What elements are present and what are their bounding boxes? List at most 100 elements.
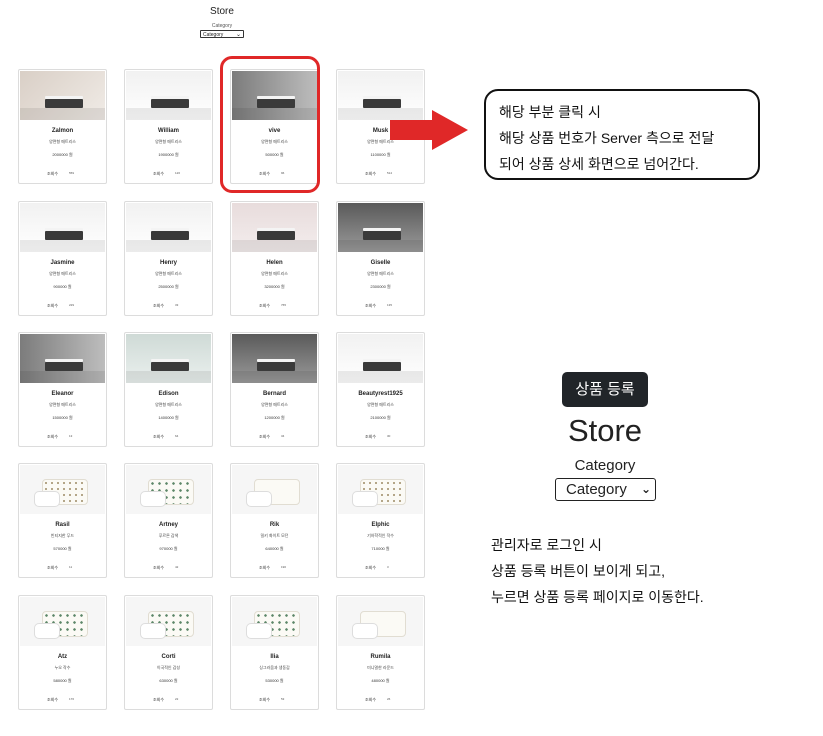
- product-card[interactable]: Rumila 미니멀한 라운드 480000 원 조회수 26: [336, 595, 425, 710]
- product-name: Corti: [161, 654, 176, 660]
- product-image[interactable]: [126, 465, 211, 514]
- views-count: 64: [175, 434, 179, 438]
- product-image[interactable]: [232, 203, 317, 252]
- product-image[interactable]: [126, 71, 211, 120]
- product-card[interactable]: Eleanor 양면형 매트리스 1500000 원 조회수 13: [18, 332, 107, 447]
- views-count: 229: [69, 303, 75, 307]
- category-select[interactable]: Category ⌄: [200, 30, 244, 38]
- product-name: Jasmine: [50, 260, 75, 266]
- product-card[interactable]: Zalmon 양면형 매트리스 2000000 원 조회수 559: [18, 69, 107, 184]
- product-image[interactable]: [20, 597, 105, 646]
- callout-line-2: 해당 상품 번호가 Server 측으로 전달: [499, 130, 715, 146]
- product-image[interactable]: [338, 334, 423, 383]
- admin-category-select-value: Category: [566, 481, 627, 498]
- views-count: 176: [69, 697, 75, 701]
- product-image[interactable]: [126, 203, 211, 252]
- product-name: Helen: [266, 260, 283, 266]
- product-image[interactable]: [20, 465, 105, 514]
- product-description: 양면형 매트리스: [367, 271, 394, 276]
- views-count: 11: [69, 565, 73, 569]
- product-description: 기하학적인 작수: [367, 533, 394, 538]
- product-price: 640000 원: [265, 546, 284, 551]
- callout-line-3: 되어 상품 상세 화면으로 넘어간다.: [499, 156, 699, 172]
- product-image[interactable]: [232, 465, 317, 514]
- product-image[interactable]: [126, 597, 211, 646]
- product-image[interactable]: [126, 334, 211, 383]
- product-card[interactable]: Rik 밀키 화이트 모던 640000 원 조회수 190: [230, 463, 319, 578]
- views-label: 조회수: [365, 434, 377, 439]
- admin-note-line-2: 상품 등록 버튼이 보이게 되고,: [491, 563, 666, 579]
- annotation-callout: 해당 부분 클릭 시 해당 상품 번호가 Server 측으로 전달 되어 상품…: [484, 89, 760, 180]
- product-price: 630000 원: [159, 678, 178, 683]
- product-card[interactable]: Corti 이국적인 감성 630000 원 조회수 22: [124, 595, 213, 710]
- product-card[interactable]: Helen 양면형 매트리스 3200000 원 조회수 765: [230, 201, 319, 316]
- views-label: 조회수: [259, 434, 271, 439]
- product-name: Giselle: [370, 260, 391, 266]
- product-price: 570000 원: [53, 546, 72, 551]
- product-image[interactable]: [338, 597, 423, 646]
- product-card[interactable]: Giselle 양면형 매트리스 2300000 원 조회수 135: [336, 201, 425, 316]
- product-image[interactable]: [338, 203, 423, 252]
- product-price: 3200000 원: [264, 284, 285, 289]
- product-description: 양면형 매트리스: [367, 402, 394, 407]
- product-price: 710000 원: [371, 546, 390, 551]
- product-price: 900000 원: [53, 284, 72, 289]
- admin-category-label: Category: [574, 457, 636, 474]
- product-name: Edison: [158, 391, 179, 397]
- product-price: 1500000 원: [52, 415, 73, 420]
- product-card[interactable]: Jasmine 양면형 매트리스 900000 원 조회수 229: [18, 201, 107, 316]
- product-card[interactable]: Edison 양면형 매트리스 1400000 원 조회수 64: [124, 332, 213, 447]
- views-label: 조회수: [365, 697, 377, 702]
- product-name: Elphic: [371, 522, 390, 528]
- product-price: 480000 원: [371, 678, 390, 683]
- views-label: 조회수: [153, 303, 165, 308]
- views-count: 13: [69, 434, 73, 438]
- views-label: 조회수: [47, 697, 59, 702]
- product-image[interactable]: [232, 334, 317, 383]
- views-count: 34: [281, 434, 285, 438]
- product-description: 푸르른 감색: [158, 533, 179, 538]
- product-price: 2100000 원: [370, 415, 391, 420]
- product-name: Beautyrest1925: [358, 391, 403, 397]
- product-image[interactable]: [232, 597, 317, 646]
- store-title: Store: [210, 6, 234, 17]
- product-card[interactable]: Artney 푸르른 감색 970000 원 조회수 42: [124, 463, 213, 578]
- views-count: 126: [175, 171, 181, 175]
- views-count: 135: [387, 303, 393, 307]
- product-description: 양면형 매트리스: [155, 402, 182, 407]
- product-card[interactable]: Henry 양면형 매트리스 2500000 원 조회수 33: [124, 201, 213, 316]
- product-card[interactable]: Rasil 빈티지한 무드 570000 원 조회수 11: [18, 463, 107, 578]
- product-card[interactable]: Elphic 기하학적인 작수 710000 원 조회수 3: [336, 463, 425, 578]
- product-price: 580000 원: [53, 678, 72, 683]
- views-label: 조회수: [153, 171, 165, 176]
- views-label: 조회수: [365, 303, 377, 308]
- callout-line-1: 해당 부분 클릭 시: [499, 104, 601, 120]
- product-card[interactable]: Ilia 싱그러움과 생동감 530000 원 조회수 53: [230, 595, 319, 710]
- product-card[interactable]: Beautyrest1925 양면형 매트리스 2100000 원조회수 30: [336, 332, 425, 447]
- product-name: Henry: [159, 260, 177, 266]
- product-description: 양면형 매트리스: [49, 402, 76, 407]
- category-select-value: Category: [203, 32, 224, 38]
- admin-category-select[interactable]: Category ⌄: [555, 478, 656, 501]
- product-image[interactable]: [20, 71, 105, 120]
- views-count: 22: [175, 697, 179, 701]
- product-image[interactable]: [20, 203, 105, 252]
- product-price: 1400000 원: [158, 415, 179, 420]
- product-name: Eleanor: [51, 391, 74, 397]
- product-price: 2000000 원: [52, 152, 73, 157]
- product-description: 싱그러움과 생동감: [259, 665, 290, 670]
- product-price: 1900000 원: [158, 152, 179, 157]
- views-count: 559: [69, 171, 75, 175]
- register-product-button[interactable]: 상품 등록: [562, 372, 648, 407]
- product-image[interactable]: [338, 465, 423, 514]
- views-count: 42: [175, 565, 179, 569]
- product-card[interactable]: William 양면형 매트리스 1900000 원 조회수 126: [124, 69, 213, 184]
- product-card[interactable]: Bernard 양면형 매트리스 1200000 원 조회수 34: [230, 332, 319, 447]
- views-count: 3: [387, 565, 389, 569]
- views-count: 30: [387, 434, 391, 438]
- product-image[interactable]: [20, 334, 105, 383]
- product-card[interactable]: Atz 누오 작수 580000 원 조회수 176: [18, 595, 107, 710]
- views-count: 190: [281, 565, 287, 569]
- product-name: Rasil: [55, 522, 70, 528]
- chevron-down-icon: ⌄: [640, 482, 651, 496]
